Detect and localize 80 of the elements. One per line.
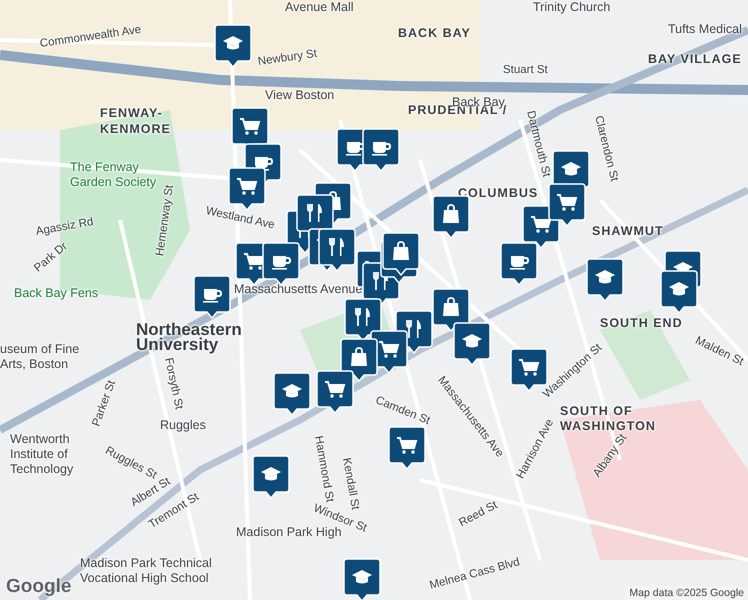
place-label: Northeastern University (136, 322, 243, 352)
street-label: Stuart St (503, 64, 548, 76)
map-marker[interactable] (273, 372, 311, 416)
shopping-cart-icon (519, 359, 540, 376)
map-marker[interactable] (252, 455, 290, 499)
shopping-cart-icon (557, 194, 578, 211)
graduation-cap-icon (462, 334, 482, 348)
shopping-cart-icon (240, 118, 260, 135)
district-label: BACK BAY (398, 26, 471, 40)
coffee-cup-icon (272, 256, 291, 270)
street-label: Newbury St (257, 48, 318, 68)
fork-knife-icon (406, 319, 421, 339)
graduation-cap-icon (223, 36, 243, 50)
map-marker[interactable] (660, 270, 698, 314)
street-label: Westland Ave (204, 205, 276, 232)
street-label: Forsyth St (162, 356, 185, 410)
shopping-bag-icon (443, 204, 459, 223)
graduation-cap-icon (561, 162, 581, 176)
street-label: Park Dr (32, 240, 70, 275)
shopping-bag-icon (393, 241, 409, 260)
graduation-cap-icon (595, 270, 615, 284)
place-label: Back Bay Fens (14, 286, 98, 300)
map-marker[interactable] (548, 183, 586, 227)
shopping-bag-icon (443, 297, 459, 316)
street-label: Parker St (90, 378, 118, 428)
map-marker[interactable] (453, 322, 491, 366)
place-label: Wentworth Institute of Technology (10, 432, 74, 477)
place-label: Ruggles (160, 418, 206, 432)
map-marker[interactable] (388, 426, 426, 470)
street-label: Hammond St (312, 434, 336, 504)
district-label: SOUTH END (600, 316, 683, 330)
shopping-cart-icon (531, 216, 552, 233)
coffee-cup-icon (372, 142, 391, 156)
graduation-cap-icon (669, 282, 689, 296)
shopping-bag-icon (351, 347, 367, 366)
street-label: Commonwealth Ave (39, 24, 142, 50)
shopping-cart-icon (325, 381, 346, 398)
map-marker[interactable] (382, 232, 420, 276)
map-marker[interactable] (343, 558, 381, 600)
district-label: KENMORE (100, 122, 171, 136)
map-marker[interactable] (262, 242, 300, 286)
coffee-cup-icon (510, 256, 529, 270)
district-label: COLUMBUS (458, 186, 538, 200)
place-label: Avenue Mall (285, 0, 354, 14)
shopping-cart-icon (237, 178, 258, 195)
graduation-cap-icon (282, 384, 302, 398)
street-label: Reed St (457, 499, 500, 530)
district-label: SHAWMUT (592, 224, 664, 238)
graduation-cap-icon (352, 570, 372, 584)
district-label: FENWAY- (100, 106, 163, 120)
street-label: Agassiz Rd (34, 216, 94, 238)
place-label: Tufts Medical (668, 22, 742, 36)
place-label: Trinity Church (533, 0, 610, 14)
district-label: BAY VILLAGE (648, 52, 742, 66)
fork-knife-icon (307, 203, 322, 223)
map-marker[interactable] (362, 128, 400, 172)
map-marker[interactable] (586, 258, 624, 302)
map-attribution: Map data ©2025 Google (625, 586, 748, 600)
place-label: View Boston (265, 88, 334, 102)
fork-knife-icon (329, 237, 344, 257)
map-marker[interactable] (316, 370, 354, 414)
coffee-cup-icon (346, 142, 365, 156)
map-marker[interactable] (318, 228, 356, 272)
street-label: Clarendon St (592, 114, 620, 183)
map-marker[interactable] (214, 24, 252, 68)
fork-knife-icon (355, 307, 370, 327)
place-label: Massachusetts Avenue (234, 282, 362, 296)
shopping-cart-icon (244, 253, 264, 270)
district-label: SOUTH OF WASHINGTON (560, 404, 657, 434)
map-marker[interactable] (500, 242, 538, 286)
shopping-cart-icon (397, 437, 418, 454)
shopping-cart-icon (379, 341, 400, 358)
place-label: Madison Park Technical Vocational High School (80, 556, 213, 586)
coffee-cup-icon (203, 289, 222, 303)
logo: Google (6, 576, 72, 598)
street-label: Melnea Cass Blvd (428, 556, 522, 592)
place-label: useum of Fine Arts, Boston (0, 342, 80, 372)
map-marker[interactable] (193, 275, 231, 319)
place-label: Madison Park High (236, 525, 342, 539)
graduation-cap-icon (261, 467, 281, 480)
